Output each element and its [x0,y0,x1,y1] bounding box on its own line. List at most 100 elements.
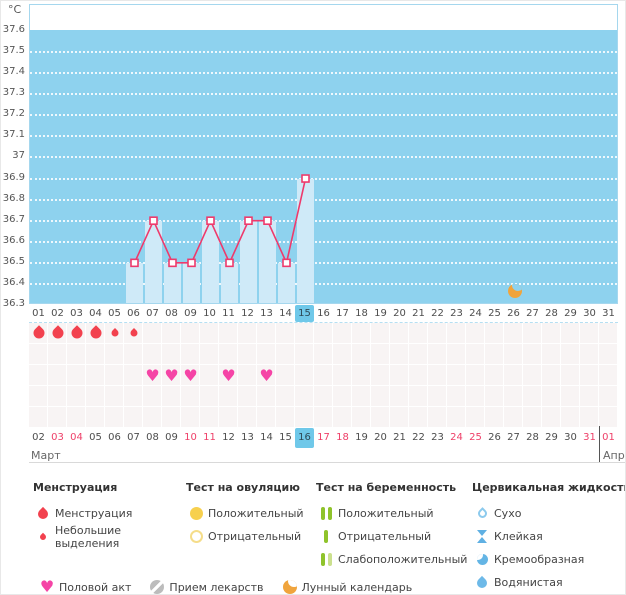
cycle-day-label[interactable]: 07 [143,305,162,322]
legend-item-label: Небольшие выделения [55,523,122,550]
intercourse-heart-icon[interactable]: ♥ [145,368,159,384]
cycle-day-label[interactable]: 19 [371,305,390,322]
temperature-point[interactable] [149,216,158,225]
cycle-day-label[interactable]: 31 [599,305,618,322]
cycle-day-label[interactable]: 21 [409,305,428,322]
moon-calendar-icon [507,284,522,298]
intercourse-heart-icon[interactable]: ♥ [164,368,178,384]
legend-item: Сухо [472,502,625,525]
cycle-day-label[interactable]: 20 [390,305,409,322]
intercourse-heart-icon[interactable]: ♥ [221,368,235,384]
cycle-day-label[interactable]: 26 [504,305,523,322]
y-axis-tick-label: 37.2 [2,108,25,120]
cycle-day-label[interactable]: 09 [181,305,200,322]
legend-column-title: Тест на беременность [316,481,457,494]
cycle-day-label[interactable]: 06 [124,305,143,322]
cycle-day-label[interactable]: 25 [485,305,504,322]
calendar-date-label[interactable]: 04 [67,428,86,448]
legend-column-title: Тест на овуляцию [186,481,300,494]
temperature-point[interactable] [187,258,196,268]
calendar-date-label[interactable]: 18 [333,428,352,448]
cycle-day-label[interactable]: 16 [314,305,333,322]
temperature-point[interactable] [282,258,291,268]
cycle-day-label[interactable]: 15 [295,305,314,322]
intercourse-heart-icon[interactable]: ♥ [259,368,273,384]
cycle-day-label[interactable]: 30 [580,305,599,322]
cycle-day-label[interactable]: 11 [219,305,238,322]
symptom-grid-row [29,386,618,406]
cycle-day-label[interactable]: 08 [162,305,181,322]
calendar-date-label[interactable]: 24 [447,428,466,448]
cycle-day-label[interactable]: 17 [333,305,352,322]
cycle-day-label[interactable]: 10 [200,305,219,322]
calendar-date-label[interactable]: 12 [219,428,238,448]
calendar-date-label[interactable]: 10 [181,428,200,448]
temperature-point[interactable] [225,258,234,268]
legend-column: Тест на овуляцию Положительный Отрицательн… [186,481,316,594]
calendar-date-label[interactable]: 20 [371,428,390,448]
cycle-day-label[interactable]: 24 [466,305,485,322]
calendar-date-label[interactable]: 29 [542,428,561,448]
calendar-date-label[interactable]: 23 [428,428,447,448]
calendar-date-label[interactable]: 31 [580,428,599,448]
calendar-date-label[interactable]: 02 [29,428,48,448]
legend: Менструация Менструация Небольшие выделени… [1,471,625,594]
legend-item: Кремообразная [472,548,625,571]
calendar-date-label[interactable]: 16 [295,428,314,448]
temperature-point[interactable] [168,258,177,268]
calendar-date-label[interactable]: 14 [257,428,276,448]
cycle-day-label[interactable]: 13 [257,305,276,322]
calendar-date-label[interactable]: 19 [352,428,371,448]
fertility-chart-app: °C 37.6 37.5 37.4 37.3 37.2 37.1 37 36.9 36.8 36.… [0,0,626,595]
calendar-date-label[interactable]: 22 [409,428,428,448]
cycle-day-label[interactable]: 29 [561,305,580,322]
calendar-date-label[interactable]: 08 [143,428,162,448]
calendar-date-label[interactable]: 17 [314,428,333,448]
calendar-date-label[interactable]: 09 [162,428,181,448]
cycle-day-label[interactable]: 12 [238,305,257,322]
intercourse-heart-icon[interactable]: ♥ [183,368,197,384]
calendar-date-label[interactable]: 28 [523,428,542,448]
calendar-date-label[interactable]: 27 [504,428,523,448]
calendar-date-label[interactable]: 21 [390,428,409,448]
moon-calendar-icon [280,580,300,594]
temperature-point[interactable] [263,216,272,225]
legend-item-label: Сухо [494,507,522,520]
legend-item-label: Клейкая [494,530,543,543]
cycle-day-label[interactable]: 22 [428,305,447,322]
cycle-day-label[interactable]: 27 [523,305,542,322]
cycle-day-label[interactable]: 14 [276,305,295,322]
cycle-day-label[interactable]: 02 [48,305,67,322]
calendar-date-label[interactable]: 11 [200,428,219,448]
calendar-date-label[interactable]: 07 [124,428,143,448]
calendar-date-label[interactable]: 15 [276,428,295,448]
cycle-day-label[interactable]: 28 [542,305,561,322]
temperature-point[interactable] [301,174,310,183]
legend-column-title: Менструация [33,481,118,494]
cycle-day-label[interactable]: 01 [29,305,48,322]
y-axis-tick-label: 36.5 [2,255,25,267]
calendar-date-label[interactable]: 01 [599,428,618,448]
calendar-date-label[interactable]: 06 [105,428,124,448]
cycle-day-label[interactable]: 23 [447,305,466,322]
cycle-day-label[interactable]: 18 [352,305,371,322]
pregnancy-positive-icon [316,507,336,520]
calendar-date-label[interactable]: 26 [485,428,504,448]
month-separator-line [599,426,600,463]
calendar-date-label[interactable]: 25 [466,428,485,448]
cycle-day-label[interactable]: 04 [86,305,105,322]
legend-item: Менструация [33,502,186,525]
calendar-date-label[interactable]: 03 [48,428,67,448]
cycle-day-label[interactable]: 03 [67,305,86,322]
calendar-date-label[interactable]: 30 [561,428,580,448]
cycle-day-label[interactable]: 05 [105,305,124,322]
month-label-march: Март [31,449,61,462]
calendar-date-label[interactable]: 13 [238,428,257,448]
temperature-point[interactable] [206,216,215,225]
temperature-point[interactable] [244,216,253,225]
calendar-date-label[interactable]: 05 [86,428,105,448]
temperature-point[interactable] [130,258,139,268]
fluid-sticky-icon [472,530,492,543]
y-axis-tick-label: 36.3 [2,298,25,309]
ovulation-negative-icon [186,530,206,543]
